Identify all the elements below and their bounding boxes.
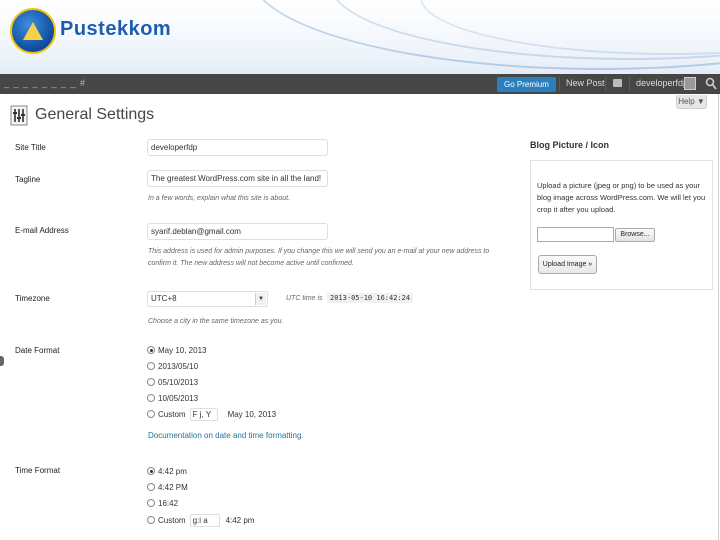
date-format-option[interactable]: 2013/05/10 [147,360,198,374]
browse-button[interactable]: Browse... [615,228,655,242]
radio[interactable] [147,362,155,370]
help-tab[interactable]: Help ▼ [676,95,707,109]
separator [605,77,606,91]
email-input[interactable]: syarif.deblan@gmail.com [147,223,328,240]
date-time-docs-link[interactable]: Documentation on date and time formattin… [148,431,304,440]
date-format-custom-input[interactable]: F j, Y [189,408,218,422]
timezone-selected: UTC+8 [151,294,177,303]
date-format-option[interactable]: 10/05/2013 [147,392,198,406]
new-post-link[interactable]: New Post [566,78,605,88]
tagline-input[interactable]: The greatest WordPress.com site in all t… [147,170,328,187]
notifications-icon[interactable] [613,79,622,87]
timezone-label: Timezone [15,294,50,303]
timezone-description: Choose a city in the same timezone as yo… [148,318,284,325]
admin-bar: _ _ _ _ _ _ _ _ # Go Premium New Post de… [0,74,720,94]
settings-page-icon [10,105,28,126]
email-description-line1: This address is used for admin purposes.… [148,248,490,255]
separator [629,77,630,91]
scroll-marker [0,356,4,366]
time-format-option[interactable]: 16:42 [147,497,178,511]
header-banner: Pustekkom [0,0,720,74]
chevron-down-icon: ▼ [255,293,266,305]
time-format-preview: 4:42 pm [225,516,255,525]
email-label: E-mail Address [15,226,69,235]
pustekkom-logo-icon [10,8,56,54]
upload-image-button[interactable]: Upload Image » [538,255,597,274]
right-edge-divider [718,94,719,540]
user-menu-link[interactable]: developerfdp [636,78,688,88]
separator [559,77,560,91]
utc-time-value: 2013-05-10 16:42:24 [327,293,414,303]
email-description: This address is used for admin purposes.… [148,246,518,270]
page-title: General Settings [35,106,155,123]
tagline-description: In a few words, explain what this site i… [148,195,291,202]
file-path-input[interactable] [537,227,614,242]
time-format-custom-input[interactable]: g:i a [189,514,220,528]
time-format-option[interactable]: 4:42 pm [147,465,187,479]
radio[interactable] [147,483,155,491]
brand-name: Pustekkom [60,18,172,40]
date-format-option[interactable]: 05/10/2013 [147,376,198,390]
radio[interactable] [147,516,155,524]
time-format-label: Time Format [15,466,61,475]
go-premium-button[interactable]: Go Premium [497,77,556,92]
site-title-input[interactable]: developerfdp [147,139,328,156]
avatar[interactable] [684,77,696,90]
blog-picture-title: Blog Picture / Icon [530,140,610,150]
admin-bar-left-mark: _ _ _ _ _ _ _ _ # [4,78,87,88]
date-format-preview: May 10, 2013 [227,410,277,419]
radio[interactable] [147,499,155,507]
radio[interactable] [147,394,155,402]
time-format-option[interactable]: 4:42 PM [147,481,188,495]
date-format-custom[interactable]: Custom F j, Y May 10, 2013 [147,408,276,422]
date-format-option[interactable]: May 10, 2013 [147,344,206,358]
time-format-custom[interactable]: Custom g:i a 4:42 pm [147,514,254,528]
date-format-label: Date Format [15,346,60,355]
email-description-line2: confirm it. The new address will not bec… [148,260,354,267]
blog-picture-text: Upload a picture (jpeg or png) to be use… [537,181,706,214]
timezone-select[interactable]: UTC+8 ▼ [147,291,268,307]
utc-time-label: UTC time is [286,295,323,302]
site-title-label: Site Title [15,143,46,152]
radio-selected[interactable] [147,346,155,354]
radio-selected[interactable] [147,467,155,475]
radio[interactable] [147,410,155,418]
radio[interactable] [147,378,155,386]
search-icon[interactable] [705,77,717,91]
tagline-label: Tagline [15,175,41,184]
